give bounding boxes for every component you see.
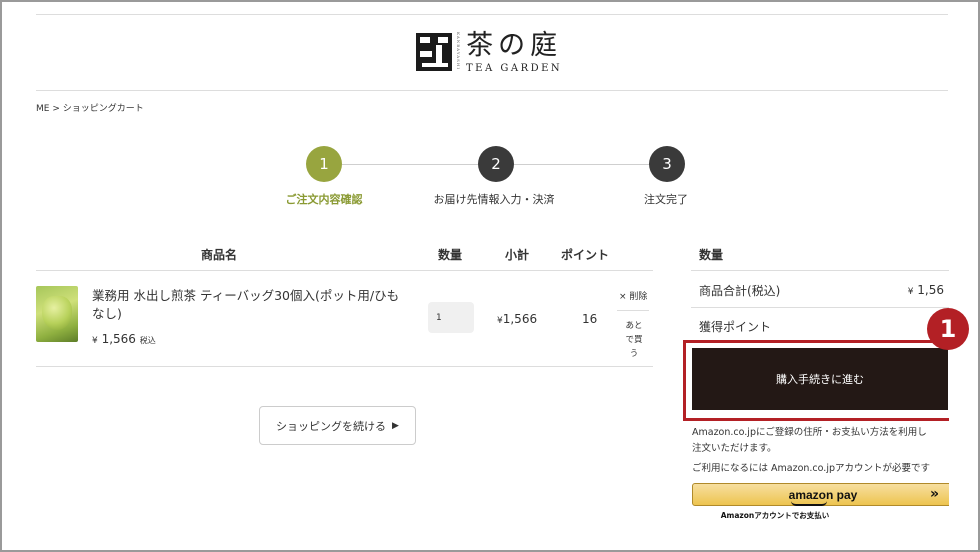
step-2-circle: 2 (478, 146, 514, 182)
breadcrumb[interactable]: ME > ショッピングカート (36, 101, 144, 114)
total-amount: 1,56 (917, 283, 944, 297)
double-chevron-icon: » (929, 486, 939, 502)
cart-header-divider (36, 270, 653, 271)
annotation-highlight-box (683, 340, 957, 421)
step-1-label: ご注文内容確認 (285, 193, 363, 206)
item-subtotal: ¥1,566 (497, 312, 537, 326)
quantity-input[interactable]: 1 (428, 302, 474, 333)
continue-shopping-label: ショッピングを続ける (276, 419, 387, 433)
amazon-pay-logo: amazon pay (788, 487, 858, 506)
play-arrow-icon: ▶ (392, 420, 399, 431)
amazon-note-line-1: Amazon.co.jpにご登録の住所・お支払い方法を利用し (692, 427, 927, 438)
amazon-account-note: ご利用になるには Amazon.co.jpアカウントが必要です (692, 463, 930, 474)
logo-japanese: 茶の庭 (466, 29, 563, 61)
summary-divider (691, 270, 949, 271)
step-1-circle: 1 (306, 146, 342, 182)
tax-label: 税込 (139, 336, 156, 345)
top-divider (36, 14, 948, 15)
points-label: 獲得ポイント (699, 320, 772, 334)
amazon-smile-icon (790, 501, 827, 506)
amazon-pay-note: Amazon.co.jpにご登録の住所・お支払い方法を利用し 注文いただけます。 (692, 425, 972, 457)
amazon-pay-label: amazon pay (788, 487, 858, 502)
amazon-note-line-2: 注文いただけます。 (692, 443, 777, 454)
column-quantity: 数量 (438, 248, 463, 262)
step-3-circle: 3 (649, 146, 685, 182)
cart-row-divider (36, 366, 653, 367)
summary-divider (691, 307, 949, 308)
step-connector (514, 164, 650, 165)
step-3-label: 注文完了 (644, 193, 688, 206)
logo-wordmark: 茶の庭 TEA GARDEN (466, 29, 563, 74)
total-value: ¥ 1,56 (908, 283, 944, 297)
page-frame: KANBAYASHI 茶の庭 TEA GARDEN ME > ショッピングカート… (0, 0, 980, 552)
delete-item-button[interactable]: × 削除 (619, 289, 647, 302)
continue-shopping-button[interactable]: ショッピングを続ける ▶ (259, 406, 416, 445)
yen-symbol: ¥ (92, 336, 98, 346)
price-value: 1,566 (101, 332, 136, 346)
amazon-pay-button[interactable]: amazon pay » (692, 483, 954, 506)
site-logo[interactable]: KANBAYASHI 茶の庭 TEA GARDEN (416, 28, 562, 76)
viewport-edge-mask (949, 232, 978, 550)
step-connector (342, 164, 478, 165)
action-divider (617, 310, 649, 311)
product-name-link[interactable]: 業務用 水出し煎茶 ティーバッグ30個入(ポット用/ひもなし) (92, 287, 402, 323)
header-divider (36, 90, 948, 91)
logo-english: TEA GARDEN (466, 62, 563, 74)
kanbayashi-mark-icon (416, 33, 452, 71)
column-product-name: 商品名 (201, 248, 238, 262)
product-thumbnail[interactable] (36, 286, 78, 342)
total-label: 商品合計(税込) (699, 284, 781, 298)
amazon-pay-caption: Amazonアカウントでお支払い (720, 511, 830, 520)
column-points: ポイント (561, 248, 610, 262)
annotation-number-badge: 1 (927, 308, 969, 350)
yen-symbol: ¥ (907, 287, 914, 297)
buy-later-button[interactable]: あとで買う (622, 319, 646, 361)
column-subtotal: 小計 (505, 248, 530, 262)
item-points: 16 (582, 312, 598, 326)
step-2-label: お届け先情報入力・決済 (433, 193, 555, 206)
checkout-steps: 1 2 3 ご注文内容確認 お届け先情報入力・決済 注文完了 (272, 146, 722, 210)
product-unit-price: ¥ 1,566 税込 (92, 332, 156, 346)
summary-heading: 数量 (699, 248, 724, 262)
logo-vertical-text: KANBAYASHI (456, 32, 461, 70)
subtotal-value: 1,566 (502, 312, 538, 326)
